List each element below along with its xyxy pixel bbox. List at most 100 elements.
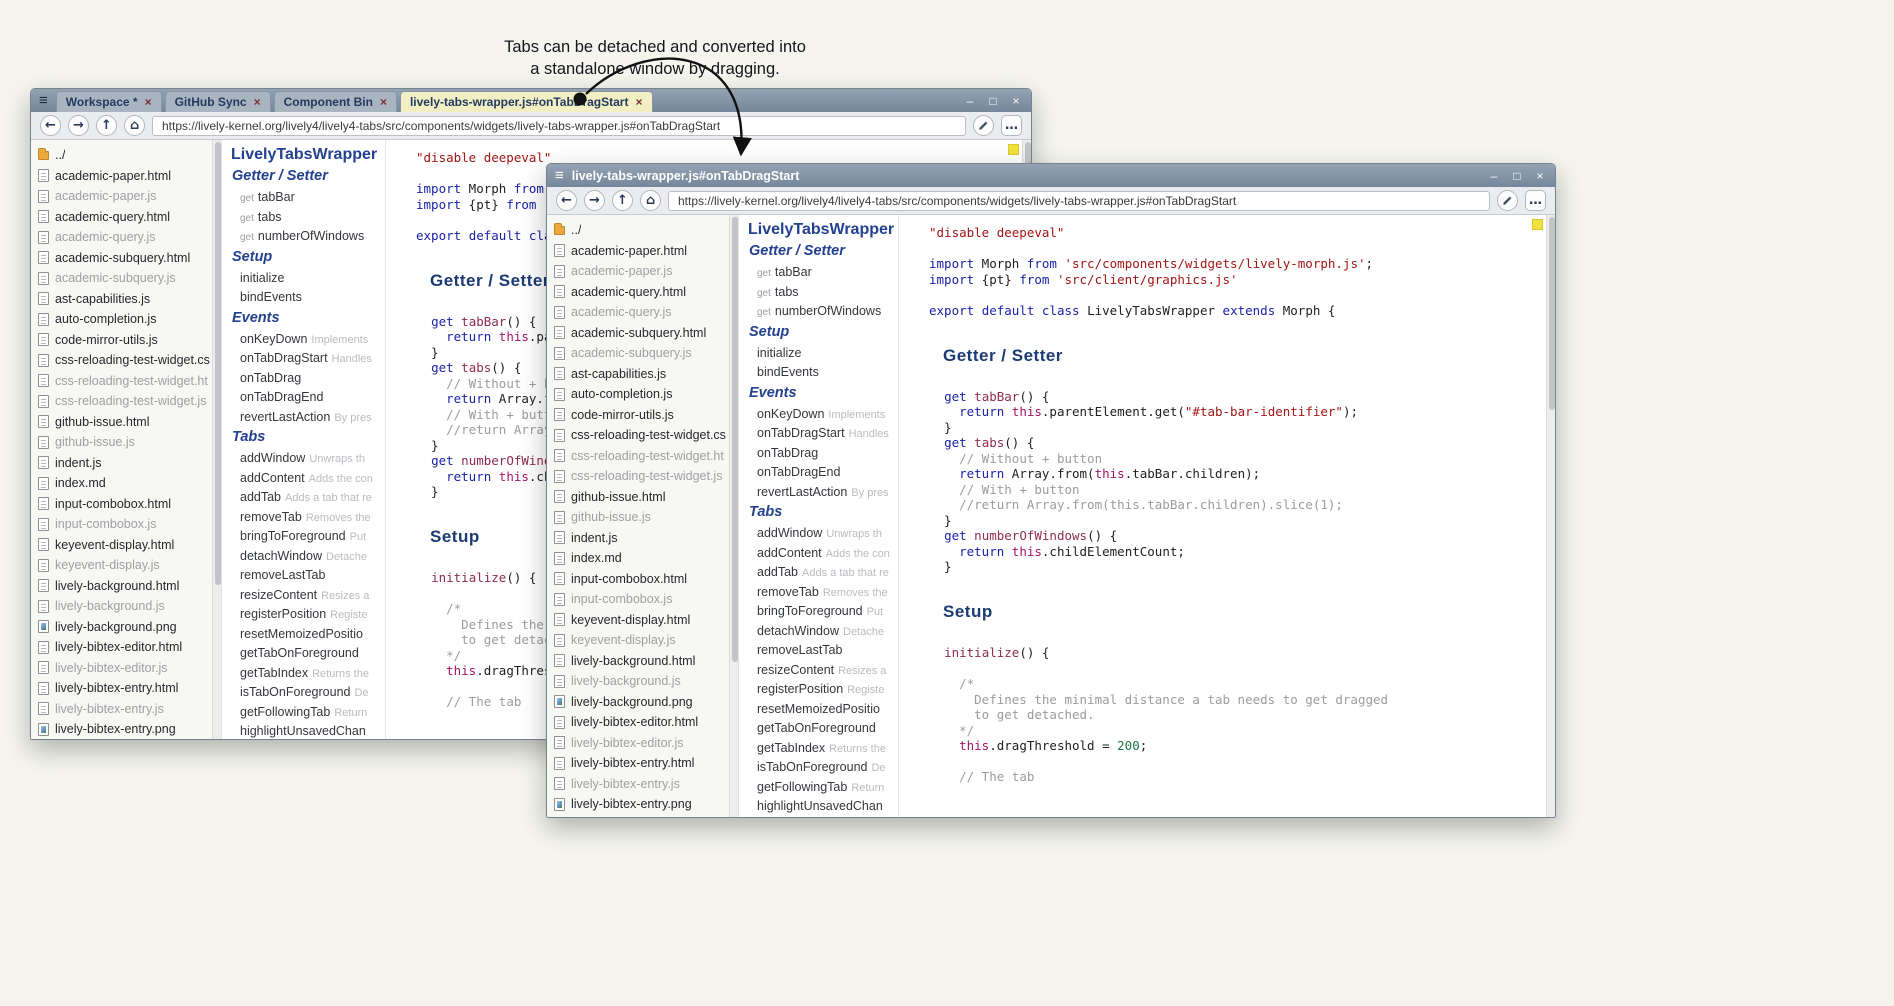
- outline-item[interactable]: isTabOnForeground De: [748, 760, 898, 780]
- file-item[interactable]: academic-subquery.js: [38, 268, 212, 289]
- outline-item[interactable]: bringToForeground Put: [748, 604, 898, 624]
- outline-item[interactable]: get numberOfWindows: [231, 229, 385, 249]
- file-item[interactable]: github-issue.html: [554, 487, 729, 508]
- outline-item[interactable]: addWindow Unwraps th: [748, 526, 898, 546]
- outline-item[interactable]: bringToForeground Put: [231, 529, 385, 549]
- file-item[interactable]: auto-completion.js: [38, 309, 212, 330]
- file-item[interactable]: input-combobox.js: [554, 589, 729, 610]
- file-item[interactable]: css-reloading-test-widget.cs: [554, 425, 729, 446]
- outline-item[interactable]: addWindow Unwraps th: [231, 451, 385, 471]
- scrollbar-thumb[interactable]: [215, 142, 221, 585]
- file-item[interactable]: lively-bibtex-entry.js: [38, 699, 212, 720]
- file-item[interactable]: github-issue.html: [38, 412, 212, 433]
- home-button[interactable]: ⌂: [640, 190, 661, 211]
- outline-item[interactable]: Events: [231, 310, 385, 332]
- outline-item[interactable]: getTabOnForeground: [748, 721, 898, 741]
- file-item[interactable]: keyevent-display.html: [554, 610, 729, 631]
- file-item[interactable]: lively-bibtex-editor.html: [38, 637, 212, 658]
- outline-item[interactable]: get tabBar: [231, 190, 385, 210]
- outline-item[interactable]: Events: [748, 385, 898, 407]
- outline-item[interactable]: getTabIndex Returns the: [231, 666, 385, 686]
- file-item[interactable]: input-combobox.js: [38, 514, 212, 535]
- outline-item[interactable]: addContent Adds the con: [231, 471, 385, 491]
- outline-item[interactable]: get tabBar: [748, 265, 898, 285]
- tab-close-icon[interactable]: ×: [635, 95, 642, 109]
- tab-close-icon[interactable]: ×: [380, 95, 387, 109]
- file-item[interactable]: github-issue.js: [38, 432, 212, 453]
- url-input[interactable]: [668, 191, 1490, 211]
- file-item[interactable]: lively-background.html: [554, 651, 729, 672]
- file-item[interactable]: input-combobox.html: [554, 569, 729, 590]
- outline-item[interactable]: get numberOfWindows: [748, 304, 898, 324]
- outline-item[interactable]: Getter / Setter: [748, 243, 898, 265]
- outline-item[interactable]: Setup: [231, 249, 385, 271]
- file-item[interactable]: index.md: [38, 473, 212, 494]
- outline-item[interactable]: resetMemoizedPositio: [748, 702, 898, 722]
- outline-item[interactable]: detachWindow Detache: [231, 549, 385, 569]
- outline-item[interactable]: getTabIndex Returns the: [748, 741, 898, 761]
- url-input[interactable]: [152, 116, 966, 136]
- file-item[interactable]: auto-completion.js: [554, 384, 729, 405]
- file-item[interactable]: academic-subquery.html: [38, 248, 212, 269]
- maximize-button[interactable]: □: [1510, 170, 1524, 182]
- file-item[interactable]: css-reloading-test-widget.ht: [38, 371, 212, 392]
- outline-item[interactable]: onTabDragStart Handles: [231, 351, 385, 371]
- code-editor[interactable]: "disable deepeval" import Morph from 'sr…: [899, 215, 1546, 817]
- outline-item[interactable]: removeLastTab: [231, 568, 385, 588]
- scrollbar-thumb[interactable]: [1549, 217, 1555, 410]
- outline-item[interactable]: registerPosition Registe: [231, 607, 385, 627]
- more-button[interactable]: …: [1001, 115, 1022, 136]
- outline-item[interactable]: addTab Adds a tab that re: [231, 490, 385, 510]
- file-item[interactable]: lively-bibtex-editor.html: [554, 712, 729, 733]
- file-item[interactable]: input-combobox.html: [38, 494, 212, 515]
- forward-button[interactable]: →: [584, 190, 605, 211]
- file-item[interactable]: keyevent-display.js: [38, 555, 212, 576]
- close-button[interactable]: ×: [1533, 170, 1547, 182]
- tab[interactable]: Workspace * ×: [56, 91, 162, 112]
- file-item[interactable]: css-reloading-test-widget.ht: [554, 446, 729, 467]
- outline-item[interactable]: removeLastTab: [748, 643, 898, 663]
- file-item[interactable]: lively-bibtex-entry.html: [38, 678, 212, 699]
- file-item[interactable]: indent.js: [554, 528, 729, 549]
- outline-item[interactable]: addContent Adds the con: [748, 546, 898, 566]
- outline-item[interactable]: get tabs: [748, 285, 898, 305]
- outline-item[interactable]: detachWindow Detache: [748, 624, 898, 644]
- outline-item[interactable]: isTabOnForeground De: [231, 685, 385, 705]
- window-titlebar[interactable]: ≡ Workspace * × GitHub Sync × Component …: [31, 89, 1031, 112]
- file-item[interactable]: academic-paper.html: [38, 166, 212, 187]
- file-item[interactable]: lively-bibtex-entry.png: [554, 794, 729, 815]
- file-list-scrollbar[interactable]: [729, 215, 738, 817]
- file-item[interactable]: ../: [38, 145, 212, 166]
- file-item[interactable]: keyevent-display.html: [38, 535, 212, 556]
- file-item[interactable]: lively-background.png: [38, 617, 212, 638]
- file-item[interactable]: lively-bibtex-editor.js: [554, 733, 729, 754]
- up-button[interactable]: ↑: [96, 115, 117, 136]
- file-item[interactable]: ast-capabilities.js: [38, 289, 212, 310]
- outline-item[interactable]: registerPosition Registe: [748, 682, 898, 702]
- outline-item[interactable]: removeTab Removes the: [748, 585, 898, 605]
- minimize-button[interactable]: –: [1487, 170, 1501, 182]
- file-item[interactable]: github-issue.js: [554, 507, 729, 528]
- outline-item[interactable]: removeTab Removes the: [231, 510, 385, 530]
- file-item[interactable]: academic-paper.js: [554, 261, 729, 282]
- more-button[interactable]: …: [1525, 190, 1546, 211]
- file-item[interactable]: css-reloading-test-widget.js: [554, 466, 729, 487]
- file-item[interactable]: ast-capabilities.js: [554, 364, 729, 385]
- file-item[interactable]: css-reloading-test-widget.cs: [38, 350, 212, 371]
- outline-item[interactable]: initialize: [231, 271, 385, 291]
- tab[interactable]: GitHub Sync ×: [165, 91, 271, 112]
- outline-item[interactable]: highlightUnsavedChan: [231, 724, 385, 739]
- window-titlebar[interactable]: ≡ lively-tabs-wrapper.js#onTabDragStart …: [547, 164, 1555, 187]
- outline-item[interactable]: getTabOnForeground: [231, 646, 385, 666]
- file-item[interactable]: lively-background.js: [554, 671, 729, 692]
- file-item[interactable]: academic-query.html: [554, 282, 729, 303]
- outline-item[interactable]: Getter / Setter: [231, 168, 385, 190]
- outline-item[interactable]: onTabDrag: [231, 371, 385, 391]
- outline-item[interactable]: addTab Adds a tab that re: [748, 565, 898, 585]
- file-item[interactable]: academic-query.js: [554, 302, 729, 323]
- outline-item[interactable]: get tabs: [231, 210, 385, 230]
- maximize-button[interactable]: □: [986, 95, 1000, 107]
- file-item[interactable]: lively-bibtex-entry.png: [38, 719, 212, 739]
- edit-button[interactable]: [1497, 190, 1518, 211]
- outline-item[interactable]: onTabDrag: [748, 446, 898, 466]
